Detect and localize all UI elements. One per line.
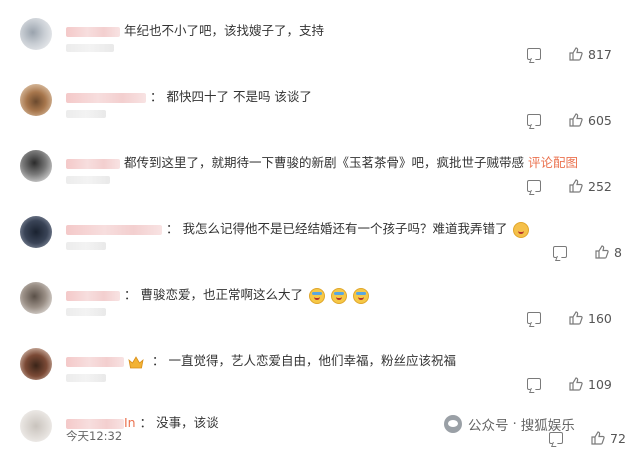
comment-timestamp: 今天12:32 — [66, 429, 123, 443]
comment-text-line: ： 一直觉得，艺人恋爱自由，他们幸福，粉丝应该祝福 — [66, 350, 456, 369]
username-suffix[interactable]: In — [124, 415, 136, 430]
comment-item: 年纪也不小了吧，该找嫂子了，支持 817 — [0, 4, 639, 70]
comment-item: 都传到这里了，就期待一下曹骏的新剧《玉茗茶骨》吧，疯批世子贼带感 评论配图 25… — [0, 136, 639, 202]
thumbs-up-icon[interactable] — [569, 113, 583, 127]
thumbs-up-icon[interactable] — [569, 47, 583, 61]
username-blurred[interactable] — [66, 356, 124, 367]
meta-blurred — [66, 110, 106, 118]
comment-item: ： 我怎么记得他不是已经结婚还有一个孩子吗？难道我弄错了 8 — [0, 202, 639, 268]
watermark: 公众号 · 搜狐娱乐 — [444, 414, 575, 434]
comment-item: ： 都快四十了 不是吗 该谈了 605 — [0, 70, 639, 136]
username-blurred[interactable] — [66, 290, 120, 301]
meta-blurred — [66, 242, 106, 250]
watermark-account: 搜狐娱乐 — [520, 418, 575, 434]
comment-icon[interactable] — [527, 180, 541, 192]
crown-badge-icon — [128, 355, 144, 368]
meta-blurred — [66, 308, 106, 316]
thumbs-up-icon[interactable] — [569, 311, 583, 325]
comment-item: ： 曹骏恋爱，也正常啊这么大了 160 — [0, 268, 639, 334]
comment-item: ： 一直觉得，艺人恋爱自由，他们幸福，粉丝应该祝福 109 — [0, 334, 639, 400]
thumbs-up-icon[interactable] — [595, 245, 609, 259]
comment-text: 我怎么记得他不是已经结婚还有一个孩子吗？难道我弄错了 — [182, 221, 508, 236]
like-count: 72 — [610, 430, 626, 446]
comment-text: 年纪也不小了吧，该找嫂子了，支持 — [123, 23, 324, 38]
wechat-icon — [444, 415, 462, 433]
comment-actions: 817 — [527, 46, 639, 62]
comment-text: 都传到这里了，就期待一下曹骏的新剧《玉茗茶骨》吧，疯批世子贼带感 — [123, 155, 524, 170]
avatar[interactable] — [20, 150, 52, 182]
watermark-platform: 公众号 — [468, 418, 509, 434]
comment-text-line: 年纪也不小了吧，该找嫂子了，支持 — [66, 20, 324, 39]
comment-icon[interactable] — [553, 246, 567, 258]
meta-blurred — [66, 374, 106, 382]
meta-blurred — [66, 44, 114, 52]
username-blurred[interactable] — [66, 418, 124, 429]
username-blurred[interactable] — [66, 92, 146, 103]
comment-text: 一直觉得，艺人恋爱自由，他们幸福，粉丝应该祝福 — [168, 353, 456, 368]
like-count: 605 — [588, 112, 612, 128]
comment-actions: 605 — [527, 112, 639, 128]
username-blurred[interactable] — [66, 158, 120, 169]
username-blurred[interactable] — [66, 26, 120, 37]
comment-icon[interactable] — [527, 378, 541, 390]
comment-text: 都快四十了 不是吗 该谈了 — [166, 89, 312, 104]
comment-actions: 160 — [527, 310, 639, 326]
thumbs-up-icon[interactable] — [591, 431, 605, 445]
comment-actions: 8 — [553, 244, 639, 260]
avatar[interactable] — [20, 216, 52, 248]
watermark-separator: · — [512, 416, 517, 432]
avatar[interactable] — [20, 348, 52, 380]
comment-text-line: ： 我怎么记得他不是已经结婚还有一个孩子吗？难道我弄错了 — [66, 218, 530, 238]
thumbs-up-icon[interactable] — [569, 377, 583, 391]
crying-emoji — [308, 287, 325, 304]
comment-text: 没事，该谈 — [156, 415, 219, 430]
comment-text-line: ： 都快四十了 不是吗 该谈了 — [66, 86, 312, 105]
comment-actions: 252 — [527, 178, 639, 194]
comment-icon[interactable] — [527, 114, 541, 126]
username-blurred[interactable] — [66, 224, 162, 235]
like-count: 109 — [588, 376, 612, 392]
meta-blurred — [66, 176, 110, 184]
thumbs-up-icon[interactable] — [569, 179, 583, 193]
like-count: 252 — [588, 178, 612, 194]
comment-text-line: 都传到这里了，就期待一下曹骏的新剧《玉茗茶骨》吧，疯批世子贼带感 评论配图 — [66, 152, 578, 171]
comment-text-line: ： 曹骏恋爱，也正常啊这么大了 — [66, 284, 369, 304]
avatar[interactable] — [20, 18, 52, 50]
laugh-cry-emoji — [513, 221, 530, 238]
like-count: 8 — [614, 244, 622, 260]
comment-icon[interactable] — [527, 48, 541, 60]
avatar[interactable] — [20, 410, 52, 442]
crying-emoji — [330, 287, 347, 304]
crying-emoji — [352, 287, 369, 304]
comment-icon[interactable] — [527, 312, 541, 324]
avatar[interactable] — [20, 282, 52, 314]
comment-actions: 109 — [527, 376, 639, 392]
like-count: 160 — [588, 310, 612, 326]
like-count: 817 — [588, 46, 612, 62]
image-link[interactable]: 评论配图 — [528, 155, 578, 170]
avatar[interactable] — [20, 84, 52, 116]
comment-text: 曹骏恋爱，也正常啊这么大了 — [140, 287, 303, 302]
